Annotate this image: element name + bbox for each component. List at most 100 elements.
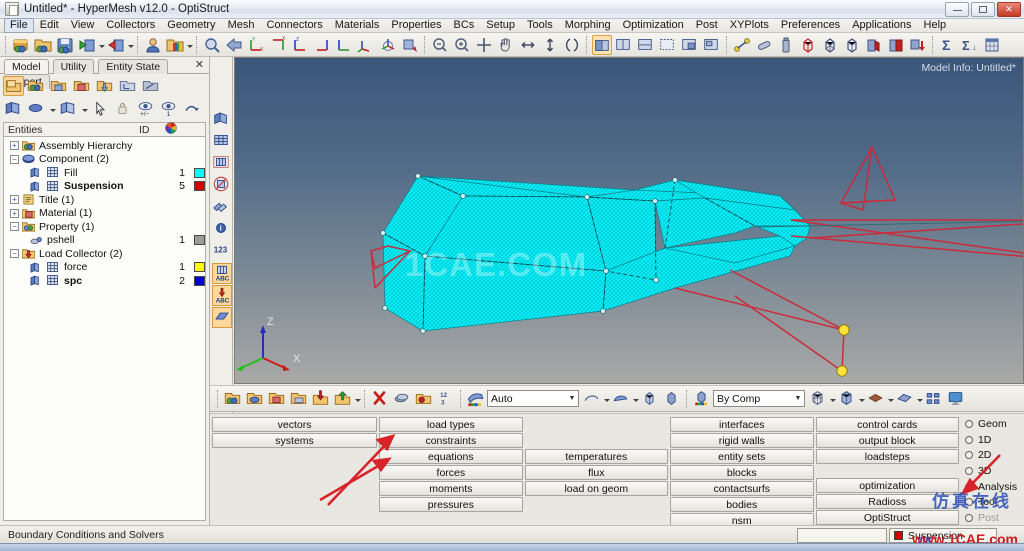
pan-hand-icon[interactable] [496,35,516,55]
menu-edit[interactable]: Edit [34,19,65,32]
collapse-icon[interactable]: − [10,154,19,164]
color-mode-select[interactable]: By Comp ▼ [713,390,805,407]
color-swatch[interactable] [194,275,205,286]
tree-row-pshell[interactable]: pshell 1 [4,234,205,248]
session-icon[interactable] [165,35,185,55]
tab-entity-state[interactable]: Entity State [98,59,169,74]
assembly-icon[interactable] [26,76,47,96]
mesh-icon[interactable] [212,131,232,152]
chevron-down-icon[interactable]: ▼ [566,395,578,402]
elements-icon[interactable] [212,109,232,130]
mask-icon[interactable] [392,389,412,409]
menu-view[interactable]: View [65,19,101,32]
menu-xyplots[interactable]: XYPlots [724,19,775,32]
numbers-123-icon[interactable]: 123 [212,241,232,262]
shaded-icon[interactable] [26,99,47,119]
book-down-icon[interactable] [908,35,928,55]
tree-row-fill[interactable]: Fill 1 [4,166,205,180]
radio-tool[interactable] [964,498,973,507]
cube-wire-icon[interactable] [798,35,818,55]
tree-row-spc[interactable]: spc 2 [4,274,205,288]
load-dropdown-caret[interactable] [354,390,361,408]
rotate-free-icon[interactable] [562,35,582,55]
menu-applications[interactable]: Applications [846,19,917,32]
panel-button-control-cards[interactable]: control cards [815,417,959,432]
panel-button-load-types[interactable]: load types [379,417,523,432]
renumber-icon[interactable]: 12 3 [436,389,456,409]
shade-smooth-icon[interactable] [611,389,631,409]
expander-icon[interactable]: + [10,141,19,151]
radio-post[interactable] [964,513,973,522]
weld-icon[interactable] [754,35,774,55]
export-dropdown-caret[interactable] [127,36,134,54]
tree-row-assembly-hierarchy[interactable]: + Assembly Hierarchy [4,139,205,153]
panel-button-bodies[interactable]: bodies [670,497,814,512]
color-mode-icon[interactable] [466,389,486,409]
menu-connectors[interactable]: Connectors [260,19,328,32]
os-taskbar[interactable] [0,543,1024,551]
fit-icon[interactable] [474,35,494,55]
status-field[interactable] [797,528,887,543]
panel-button-load-on-geom[interactable]: load on geom [524,481,669,496]
summary-sort-icon[interactable]: Σ ↓ [960,35,980,55]
open-model-icon[interactable] [11,35,31,55]
radio-3d[interactable] [964,467,973,476]
menu-collectors[interactable]: Collectors [100,19,161,32]
radio-analysis[interactable] [964,482,973,491]
panel-button-systems[interactable]: systems [212,433,378,448]
vector-collector-icon[interactable] [141,76,162,96]
system-collector-icon[interactable] [118,76,139,96]
view-zy-icon[interactable] [334,35,354,55]
close-button[interactable]: ✕ [997,2,1021,17]
zoom-out-icon[interactable] [430,35,450,55]
menu-properties[interactable]: Properties [385,19,447,32]
wire-cube-caret[interactable] [829,390,836,408]
collapse-icon[interactable]: − [10,249,19,259]
panel-button-flux[interactable]: flux [524,465,669,480]
shade-solid-icon[interactable] [640,389,660,409]
pointer-icon[interactable] [90,99,111,119]
panel-button-moments[interactable]: moments [379,481,523,496]
radio-1d[interactable] [964,435,973,444]
by-comp-icon[interactable] [692,389,712,409]
mesh-abc-icon[interactable]: ABC [212,263,232,284]
cube-solid-icon[interactable] [842,35,862,55]
panel-button-contactsurfs[interactable]: contactsurfs [670,481,814,496]
mesh-frame-icon[interactable] [212,153,232,174]
rotate-v-icon[interactable] [540,35,560,55]
summary-icon[interactable]: Σ [938,35,958,55]
assembly-icon[interactable] [245,389,265,409]
screen-icon[interactable] [946,389,966,409]
panel-button-entity-sets[interactable]: entity sets [670,449,814,464]
expander-icon[interactable]: + [10,208,19,218]
view-flip-icon[interactable] [400,35,420,55]
radio-row-post[interactable]: Post [964,510,1022,525]
view-yx-icon[interactable]: X [268,35,288,55]
menu-preferences[interactable]: Preferences [775,19,846,32]
hidden-cube-caret[interactable] [858,390,865,408]
panel-button-rigid-walls[interactable]: rigid walls [670,433,814,448]
mass-icon[interactable] [776,35,796,55]
load-export-icon[interactable] [333,389,353,409]
radio-row-tool[interactable]: Tool [964,495,1022,510]
load-collector-icon[interactable] [95,76,116,96]
radio-2d[interactable] [964,451,973,460]
view-xz-icon[interactable] [312,35,332,55]
component-folder-icon[interactable] [223,389,243,409]
session-dropdown-caret[interactable] [186,36,193,54]
export-icon[interactable] [106,35,126,55]
panel-button-forces[interactable]: forces [379,465,523,480]
expander-icon[interactable]: + [10,195,19,205]
color-swatch[interactable] [194,262,205,273]
color-wheel-icon[interactable] [165,122,205,137]
property-icon[interactable] [49,76,70,96]
menu-post[interactable]: Post [690,19,724,32]
maximize-button[interactable] [971,2,995,17]
entity-tree[interactable]: + Assembly Hierarchy − Component (2) Fil… [3,137,206,521]
menu-morphing[interactable]: Morphing [559,19,617,32]
wire-cube-icon[interactable] [808,389,828,409]
shade-wire-caret[interactable] [603,390,610,408]
view-xy-icon[interactable]: YX [246,35,266,55]
lock-icon[interactable] [113,99,134,119]
matrix-icon[interactable] [982,35,1002,55]
